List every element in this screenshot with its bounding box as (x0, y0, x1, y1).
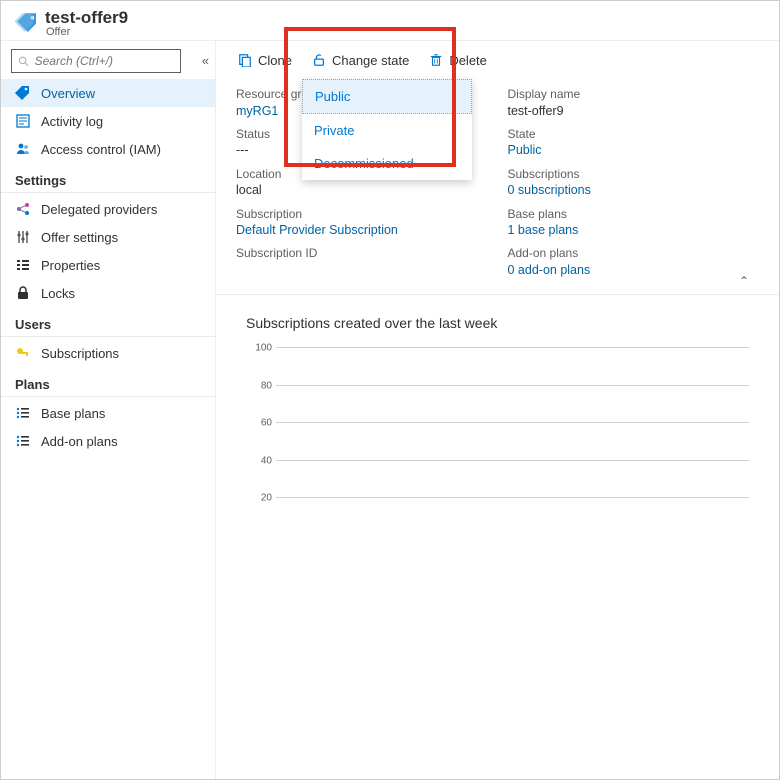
page-header: test-offer9 Offer (1, 1, 779, 41)
clone-label: Clone (258, 53, 292, 68)
ytick-20: 20 (248, 493, 272, 504)
sidebar-item-label: Base plans (41, 406, 105, 421)
chart-plot-area: 100 80 60 40 20 (276, 347, 749, 497)
sidebar-item-subscriptions[interactable]: Subscriptions (1, 339, 215, 367)
display-name-value: test-offer9 (508, 103, 750, 119)
subscription-link[interactable]: Default Provider Subscription (236, 222, 478, 238)
clone-button[interactable]: Clone (228, 41, 302, 79)
state-value-link[interactable]: Public (508, 142, 750, 158)
log-icon (15, 113, 31, 129)
sidebar-item-label: Subscriptions (41, 346, 119, 361)
change-state-dropdown: Public Private Decommissioned (302, 79, 472, 180)
search-input[interactable] (35, 54, 174, 68)
prop-label-subscription: Subscription (236, 207, 478, 223)
sidebar-group-settings: Settings (1, 163, 215, 193)
sidebar-item-addon-plans[interactable]: Add-on plans (1, 427, 215, 455)
lock-icon (15, 285, 31, 301)
people-icon (15, 141, 31, 157)
ytick-40: 40 (248, 455, 272, 466)
unlock-icon (312, 53, 326, 67)
sidebar-item-properties[interactable]: Properties (1, 251, 215, 279)
addon-plans-link[interactable]: 0 add-on plans (508, 262, 750, 278)
delete-label: Delete (449, 53, 487, 68)
prop-label-addon-plans: Add-on plans (508, 246, 750, 262)
offer-tag-icon (15, 11, 39, 35)
sidebar-item-label: Locks (41, 286, 75, 301)
ytick-80: 80 (248, 380, 272, 391)
prop-label-state: State (508, 127, 750, 143)
chart-section: Subscriptions created over the last week… (216, 295, 779, 517)
collapse-essentials-toggle[interactable]: ⌃ (739, 274, 749, 288)
sidebar-group-users: Users (1, 307, 215, 337)
list-icon (15, 405, 31, 421)
state-option-private[interactable]: Private (302, 114, 472, 147)
search-input-wrapper[interactable] (11, 49, 181, 73)
sidebar-item-activity-log[interactable]: Activity log (1, 107, 215, 135)
location-value: local (236, 182, 478, 198)
prop-label-subscription-id: Subscription ID (236, 246, 478, 262)
ytick-100: 100 (248, 343, 272, 354)
subscriptions-link[interactable]: 0 subscriptions (508, 182, 750, 198)
sidebar-item-label: Access control (IAM) (41, 142, 161, 157)
search-icon (18, 55, 30, 68)
share-icon (15, 201, 31, 217)
essentials-grid: Resource group myRG1 Display name test-o… (216, 79, 779, 295)
sidebar-group-plans: Plans (1, 367, 215, 397)
tag-icon (15, 85, 31, 101)
sidebar-item-label: Offer settings (41, 230, 118, 245)
delete-button[interactable]: Delete (419, 41, 497, 79)
change-state-label: Change state (332, 53, 409, 68)
sidebar-item-label: Overview (41, 86, 95, 101)
sidebar-item-overview[interactable]: Overview (1, 79, 215, 107)
sidebar-item-offer-settings[interactable]: Offer settings (1, 223, 215, 251)
prop-label-base-plans: Base plans (508, 207, 750, 223)
sidebar-item-label: Properties (41, 258, 100, 273)
sidebar-collapse-toggle[interactable]: « (202, 53, 209, 68)
sidebar-item-delegated-providers[interactable]: Delegated providers (1, 195, 215, 223)
sliders-icon (15, 229, 31, 245)
sidebar-item-label: Activity log (41, 114, 103, 129)
sidebar-item-label: Add-on plans (41, 434, 118, 449)
state-option-public[interactable]: Public (302, 79, 472, 114)
sidebar-item-access-control[interactable]: Access control (IAM) (1, 135, 215, 163)
page-title: test-offer9 (45, 9, 128, 27)
sidebar-item-label: Delegated providers (41, 202, 157, 217)
key-icon (15, 345, 31, 361)
sidebar: « Overview Activity log Access control (… (1, 41, 216, 779)
base-plans-link[interactable]: 1 base plans (508, 222, 750, 238)
chart-title: Subscriptions created over the last week (246, 315, 749, 331)
command-bar: Clone Change state Public Private Decomm… (216, 41, 779, 79)
properties-icon (15, 257, 31, 273)
ytick-60: 60 (248, 418, 272, 429)
sidebar-item-locks[interactable]: Locks (1, 279, 215, 307)
list-icon (15, 433, 31, 449)
clone-icon (238, 53, 252, 67)
main-pane: Clone Change state Public Private Decomm… (216, 41, 779, 779)
state-option-decommissioned[interactable]: Decommissioned (302, 147, 472, 180)
sidebar-item-base-plans[interactable]: Base plans (1, 399, 215, 427)
page-subtitle: Offer (45, 27, 128, 39)
change-state-button[interactable]: Change state Public Private Decommission… (302, 41, 419, 79)
prop-label-subscriptions: Subscriptions (508, 167, 750, 183)
trash-icon (429, 53, 443, 67)
prop-label-display-name: Display name (508, 87, 750, 103)
